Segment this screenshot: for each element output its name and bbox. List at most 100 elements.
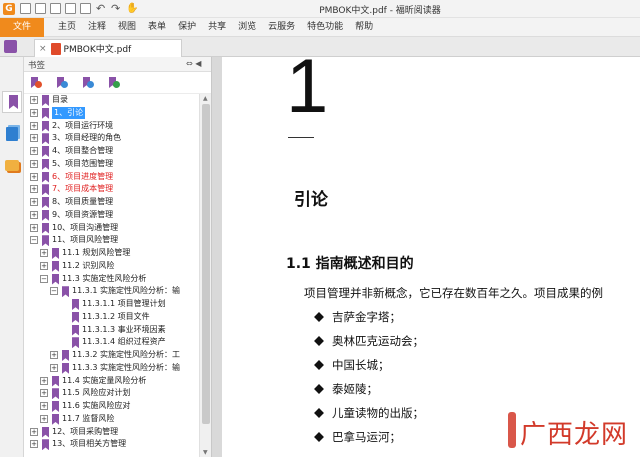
bookmark-label: 11.3.1 实施定性风险分析：输 <box>72 286 180 296</box>
menu-protect[interactable]: 保护 <box>172 18 202 37</box>
menu-comment[interactable]: 注释 <box>82 18 112 37</box>
bookmark-icon <box>42 235 49 247</box>
expand-icon[interactable]: + <box>40 376 48 385</box>
bookmark-icon <box>42 439 49 451</box>
expand-icon[interactable]: + <box>30 134 38 143</box>
bookmark-item[interactable]: +9、项目资源管理 <box>24 209 198 222</box>
expand-icon[interactable]: + <box>30 96 38 104</box>
panel-splitter[interactable] <box>212 57 222 457</box>
bookmark-scrollbar[interactable]: ▲ ▼ <box>199 94 211 457</box>
menu-browse[interactable]: 浏览 <box>232 18 262 37</box>
collapse-icon[interactable]: − <box>50 287 58 296</box>
bookmark-item[interactable]: 11.3.1.3 事业环境因素 <box>24 324 198 337</box>
menu-share[interactable]: 共享 <box>202 18 232 37</box>
delete-bookmark-button[interactable] <box>30 77 42 89</box>
scroll-down-icon[interactable]: ▼ <box>203 449 208 456</box>
new-bookmark-button[interactable] <box>56 77 68 89</box>
bookmark-panel-header: 书签 ⇔ ◀ <box>24 57 211 72</box>
find-bookmark-button[interactable] <box>108 77 120 89</box>
bookmark-item[interactable]: +4、项目整合管理 <box>24 145 198 158</box>
expand-icon[interactable]: + <box>30 108 38 117</box>
close-tab-icon[interactable]: × <box>39 44 47 54</box>
bookmark-panel-title: 书签 <box>28 61 46 71</box>
bookmark-item[interactable]: +11.4 实施定量风险分析 <box>24 375 198 388</box>
bookmark-item[interactable]: +7、项目成本管理 <box>24 183 198 196</box>
app-home-icon[interactable] <box>4 40 17 53</box>
expand-icon[interactable]: + <box>30 172 38 181</box>
bookmark-item[interactable]: +11.3.2 实施定性风险分析：工 <box>24 349 198 362</box>
bookmark-item[interactable]: +11.6 实施风险应对 <box>24 400 198 413</box>
bullet-item: 泰姬陵； <box>314 381 424 405</box>
bookmark-item[interactable]: +10、项目沟通管理 <box>24 222 198 235</box>
expand-icon[interactable]: + <box>30 223 38 232</box>
bookmark-label: 8、项目质量管理 <box>52 197 114 206</box>
bookmark-icon <box>42 171 49 183</box>
panel-collapse-control[interactable]: ⇔ ◀ <box>186 59 201 68</box>
bookmark-label: 目录 <box>52 95 68 104</box>
menu-cloud[interactable]: 云服务 <box>262 18 301 37</box>
expand-icon[interactable]: + <box>40 249 48 257</box>
expand-icon[interactable]: + <box>30 440 38 449</box>
expand-icon[interactable]: + <box>30 210 38 219</box>
bookmark-item[interactable]: +2、项目运行环境 <box>24 120 198 133</box>
bookmarks-panel-button[interactable] <box>2 91 22 113</box>
comment-icon <box>5 160 19 171</box>
file-menu-tab[interactable]: 文件 <box>0 18 44 37</box>
expand-icon[interactable]: + <box>40 261 48 270</box>
bookmark-icon <box>42 95 49 106</box>
bookmark-label: 11.3.3 实施定性风险分析：输 <box>72 362 180 372</box>
bookmark-item[interactable]: − 11、项目风险管理 <box>24 234 198 247</box>
menu-home[interactable]: 主页 <box>52 18 82 37</box>
bookmark-item[interactable]: − 11.3 实施定性风险分析 <box>24 273 198 286</box>
menu-items: 主页 注释 视图 表单 保护 共享 浏览 云服务 特色功能 帮助 <box>52 18 379 37</box>
bullet-text: 泰姬陵； <box>332 382 378 396</box>
bookmark-item[interactable]: +11.5 风险应对计划 <box>24 387 198 400</box>
menu-form[interactable]: 表单 <box>142 18 172 37</box>
bookmark-item[interactable]: +11.2 识别风险 <box>24 260 198 273</box>
expand-icon[interactable]: + <box>50 351 58 359</box>
bookmark-item[interactable]: +3、项目经理的角色 <box>24 132 198 145</box>
bookmark-item[interactable]: +11.7 监督风险 <box>24 413 198 426</box>
bookmark-label: 10、项目沟通管理 <box>52 222 119 232</box>
menu-view[interactable]: 视图 <box>112 18 142 37</box>
expand-icon[interactable]: + <box>30 147 38 155</box>
bookmark-item[interactable]: +1、引论 <box>24 106 198 120</box>
scrollbar-thumb[interactable] <box>202 104 210 424</box>
menu-help[interactable]: 帮助 <box>349 18 379 37</box>
bookmark-item[interactable]: 11.3.1.4 组织过程资产 <box>24 336 198 349</box>
expand-icon[interactable]: + <box>40 414 48 423</box>
menu-features[interactable]: 特色功能 <box>301 18 349 37</box>
collapse-icon[interactable]: − <box>30 236 38 245</box>
expand-bookmark-button[interactable] <box>82 77 94 89</box>
expand-icon[interactable]: + <box>40 402 48 410</box>
expand-icon[interactable]: + <box>30 427 38 436</box>
expand-icon[interactable]: + <box>30 185 38 194</box>
expand-icon[interactable]: + <box>50 363 58 372</box>
bookmark-label: 11.3.1.2 项目文件 <box>82 311 150 321</box>
bookmark-label: 11、项目风险管理 <box>52 235 119 245</box>
bookmark-item[interactable]: +13、项目相关方管理 <box>24 438 198 451</box>
comments-panel-button[interactable] <box>2 155 22 177</box>
pages-panel-button[interactable] <box>2 123 22 145</box>
bookmark-label: 11.3.1.1 项目管理计划 <box>82 299 166 308</box>
body-paragraph: 项目管理并非新概念，它已存在数百年之久。项目成果的例 <box>304 286 603 300</box>
bookmark-item[interactable]: 11.3.1.1 项目管理计划 <box>24 298 198 311</box>
bookmark-item[interactable]: +11.3.3 实施定性风险分析：输 <box>24 362 198 375</box>
bookmark-label: 12、项目采购管理 <box>52 426 119 436</box>
scroll-up-icon[interactable]: ▲ <box>203 95 208 102</box>
bookmark-item[interactable]: +6、项目进度管理 <box>24 171 198 184</box>
expand-icon[interactable]: + <box>40 389 48 398</box>
collapse-icon[interactable]: − <box>40 274 48 283</box>
expand-icon[interactable]: + <box>30 121 38 130</box>
bookmark-item[interactable]: +11.1 规划风险管理 <box>24 247 198 260</box>
bookmark-item[interactable]: +5、项目范围管理 <box>24 158 198 171</box>
bookmark-item[interactable]: − 11.3.1 实施定性风险分析：输 <box>24 285 198 298</box>
bookmark-item[interactable]: + 目录 <box>24 94 198 107</box>
bookmark-item[interactable]: +12、项目采购管理 <box>24 426 198 439</box>
bookmark-item[interactable]: +8、项目质量管理 <box>24 196 198 209</box>
expand-icon[interactable]: + <box>30 198 38 206</box>
expand-icon[interactable]: + <box>30 159 38 168</box>
document-tab[interactable]: × PMBOK中文.pdf <box>34 39 182 57</box>
bookmark-item[interactable]: 11.3.1.2 项目文件 <box>24 311 198 324</box>
bookmark-icon <box>72 311 79 323</box>
